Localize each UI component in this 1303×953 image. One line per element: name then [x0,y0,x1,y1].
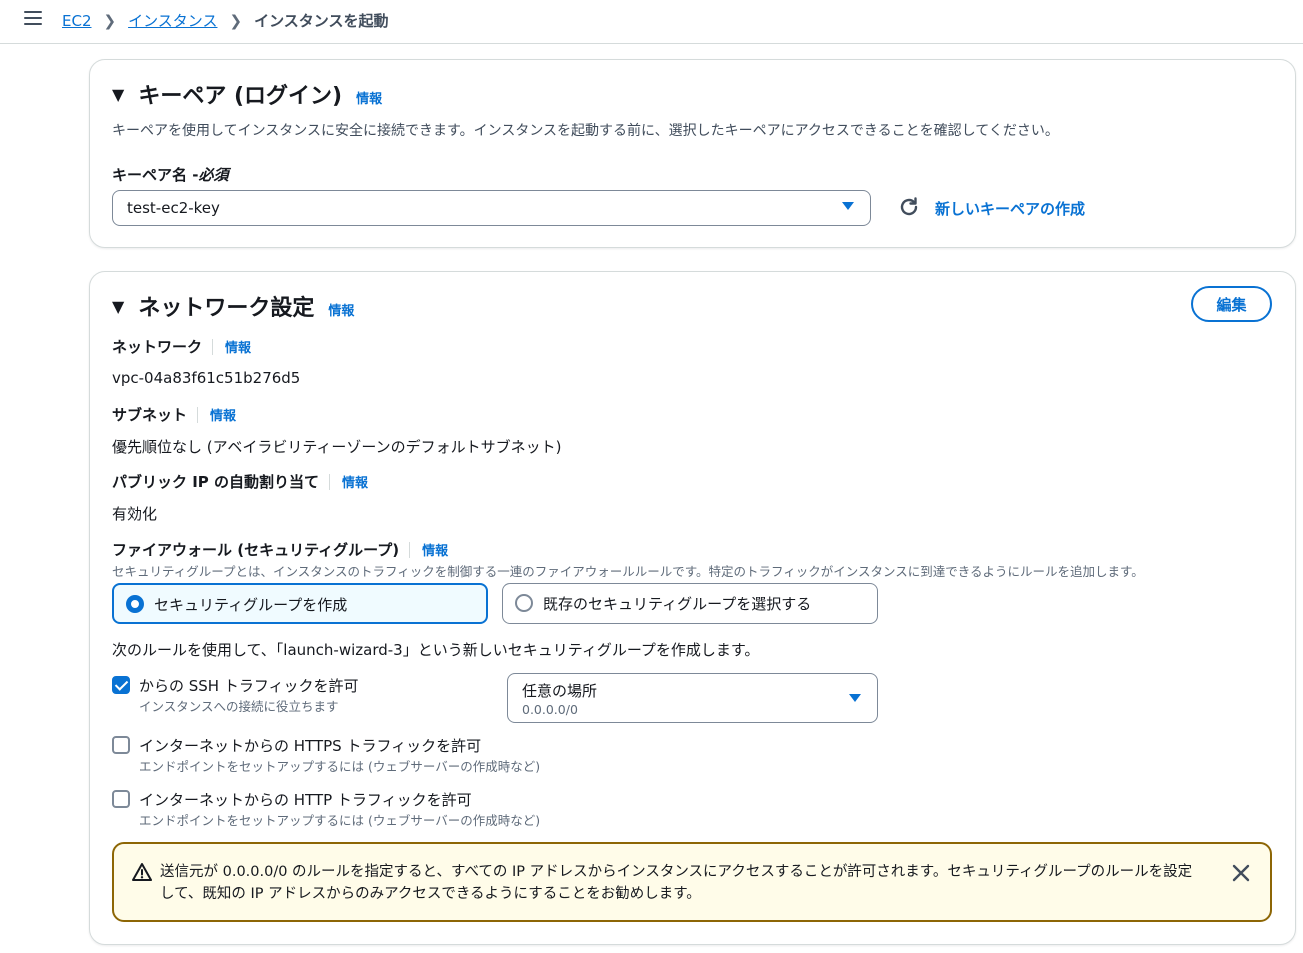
keypair-select[interactable]: test-ec2-key [112,190,871,226]
keypair-field-label: キーペア名 - 必須 [112,166,229,184]
radio-unselected[interactable] [515,594,533,612]
keypair-title: キーペア (ログイン) [138,84,343,109]
keypair-card: ▼ キーペア (ログイン) 情報 キーペアを使用してインスタンスに安全に接続でき… [89,59,1296,248]
warning-text: 送信元が 0.0.0.0/0 のルールを指定すると、すべての IP アドレスから… [160,864,1193,902]
warning-alert: 送信元が 0.0.0.0/0 のルールを指定すると、すべての IP アドレスから… [112,842,1272,922]
caret-down-icon: ▼ [112,84,125,104]
ssh-checkbox[interactable] [112,676,130,694]
subnet-info-link[interactable]: 情報 [210,405,236,424]
breadcrumb: EC2 ❯ インスタンス ❯ インスタンスを起動 [62,10,388,31]
http-rule-label: インターネットからの HTTP トラフィックを許可 [139,791,472,809]
public-ip-value: 有効化 [112,505,158,523]
keypair-info-link[interactable]: 情報 [356,88,382,107]
rules-intro: 次のルールを使用して、「launch-wizard-3」という新しいセキュリティ… [112,641,760,659]
create-keypair-link[interactable]: 新しいキーペアの作成 [935,198,1085,219]
https-rule-label: インターネットからの HTTPS トラフィックを許可 [139,737,482,755]
breadcrumb-ec2[interactable]: EC2 [62,12,92,30]
http-rule-description: エンドポイントをセットアップするには (ウェブサーバーの作成時など) [139,813,541,828]
keypair-description: キーペアを使用してインスタンスに安全に接続できます。インスタンスを起動する前に、… [112,123,1059,139]
caret-down-icon [849,694,861,702]
refresh-icon[interactable] [898,196,920,218]
close-icon[interactable] [1232,864,1250,886]
create-security-group-option[interactable]: セキュリティグループを作成 [112,583,488,624]
ssh-rule-description: インスタンスへの接続に役立ちます [139,699,339,714]
firewall-label: ファイアウォール (セキュリティグループ) 情報 [112,540,449,559]
network-title: ネットワーク設定 [138,296,315,321]
ssh-rule-label: からの SSH トラフィックを許可 [139,677,359,695]
caret-down-icon: ▼ [112,296,125,316]
keypair-header[interactable]: ▼ キーペア (ログイン) 情報 [112,78,382,110]
warning-icon [132,862,152,886]
keypair-select-value: test-ec2-key [127,199,220,217]
required-label: 必須 [198,166,229,184]
caret-down-icon [842,202,854,210]
network-label: ネットワーク 情報 [112,337,252,356]
network-info-link[interactable]: 情報 [225,337,251,356]
public-ip-info-link[interactable]: 情報 [342,472,368,491]
breadcrumb-instances[interactable]: インスタンス [128,10,217,31]
network-header[interactable]: ▼ ネットワーク設定 情報 [112,290,354,322]
menu-icon[interactable] [24,11,42,27]
ssh-source-select[interactable]: 任意の場所 0.0.0.0/0 [507,673,878,723]
network-card: ▼ ネットワーク設定 情報 編集 ネットワーク 情報 vpc-04a83f61c… [89,271,1296,945]
firewall-info-link[interactable]: 情報 [422,540,448,559]
ssh-source-subvalue: 0.0.0.0/0 [522,702,578,717]
network-info-link[interactable]: 情報 [328,300,354,319]
top-bar: EC2 ❯ インスタンス ❯ インスタンスを起動 [0,0,1303,44]
breadcrumb-current: インスタンスを起動 [254,12,389,30]
select-existing-security-group-option[interactable]: 既存のセキュリティグループを選択する [502,583,878,624]
firewall-description: セキュリティグループとは、インスタンスのトラフィックを制御する一連のファイアウォ… [112,564,1144,579]
https-checkbox[interactable] [112,736,130,754]
public-ip-label: パブリック IP の自動割り当て 情報 [112,472,369,491]
subnet-value: 優先順位なし (アベイラビリティーゾーンのデフォルトサブネット) [112,438,562,456]
subnet-label: サブネット 情報 [112,405,237,424]
http-checkbox[interactable] [112,790,130,808]
network-value: vpc-04a83f61c51b276d5 [112,369,301,387]
radio-selected[interactable] [126,595,144,613]
chevron-right-icon: ❯ [103,11,117,30]
https-rule-description: エンドポイントをセットアップするには (ウェブサーバーの作成時など) [139,759,541,774]
ssh-source-value: 任意の場所 [522,682,598,700]
edit-button[interactable]: 編集 [1191,286,1272,322]
chevron-right-icon: ❯ [229,11,243,30]
